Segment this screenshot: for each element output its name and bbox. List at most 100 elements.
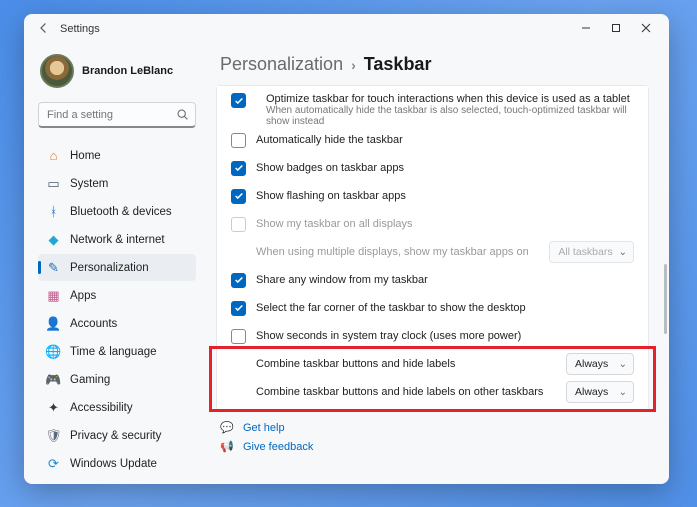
sidebar-item-privacy[interactable]: 🛡 Privacy & security <box>38 422 196 449</box>
chevron-down-icon: ⌄ <box>619 387 627 398</box>
search-box[interactable] <box>38 102 196 128</box>
sync-icon: ⟳ <box>46 456 61 471</box>
shield-icon: 🛡 <box>46 428 61 443</box>
close-button[interactable] <box>631 23 661 36</box>
search-icon <box>176 108 189 124</box>
system-icon: ▭ <box>46 176 61 191</box>
row-far-corner[interactable]: Select the far corner of the taskbar to … <box>217 294 648 322</box>
sidebar-item-label: Bluetooth & devices <box>70 206 172 218</box>
row-label: Optimize taskbar for touch interactions … <box>266 93 634 105</box>
row-label: Show seconds in system tray clock (uses … <box>256 330 521 342</box>
brush-icon: ✎ <box>46 260 61 275</box>
search-input[interactable] <box>38 102 196 128</box>
help-icon: 💬 <box>220 421 234 434</box>
sidebar-item-label: Privacy & security <box>70 430 161 442</box>
sidebar-item-update[interactable]: ⟳ Windows Update <box>38 450 196 477</box>
link-label: Get help <box>243 422 285 434</box>
sidebar-item-label: Accessibility <box>70 402 133 414</box>
row-label: Show badges on taskbar apps <box>256 162 404 174</box>
sidebar-item-personalization[interactable]: ✎ Personalization <box>38 254 196 281</box>
sidebar-item-gaming[interactable]: 🎮 Gaming <box>38 366 196 393</box>
maximize-button[interactable] <box>601 23 631 36</box>
row-autohide[interactable]: Automatically hide the taskbar <box>217 126 648 154</box>
row-share-window[interactable]: Share any window from my taskbar <box>217 266 648 294</box>
sidebar-item-accounts[interactable]: 👤 Accounts <box>38 310 196 337</box>
row-label: Show flashing on taskbar apps <box>256 190 406 202</box>
checkbox-autohide[interactable] <box>231 133 246 148</box>
sidebar-item-label: Gaming <box>70 374 110 386</box>
sidebar-item-system[interactable]: ▭ System <box>38 170 196 197</box>
row-optimize-touch[interactable]: Optimize taskbar for touch interactions … <box>217 86 648 126</box>
row-all-displays: Show my taskbar on all displays <box>217 210 648 238</box>
row-label: When using multiple displays, show my ta… <box>256 246 529 258</box>
chevron-right-icon: › <box>351 57 356 73</box>
accessibility-icon: ✦ <box>46 400 61 415</box>
dropdown-value: Always <box>575 358 608 370</box>
checkbox-far-corner[interactable] <box>231 301 246 316</box>
row-combine-labels-other[interactable]: Combine taskbar buttons and hide labels … <box>217 378 648 406</box>
back-button[interactable] <box>32 22 56 37</box>
sidebar-item-home[interactable]: ⌂ Home <box>38 142 196 169</box>
row-combine-labels[interactable]: Combine taskbar buttons and hide labels … <box>217 350 648 378</box>
checkbox-share[interactable] <box>231 273 246 288</box>
row-label: Combine taskbar buttons and hide labels … <box>256 386 543 398</box>
row-badges[interactable]: Show badges on taskbar apps <box>217 154 648 182</box>
avatar <box>40 54 74 88</box>
profile-name: Brandon LeBlanc <box>82 65 173 77</box>
row-seconds[interactable]: Show seconds in system tray clock (uses … <box>217 322 648 350</box>
page-title: Taskbar <box>364 54 432 75</box>
sidebar-item-label: System <box>70 178 108 190</box>
chevron-down-icon: ⌄ <box>619 359 627 370</box>
get-help-link[interactable]: 💬 Get help <box>220 421 649 434</box>
sidebar-item-label: Apps <box>70 290 96 302</box>
main-content: Personalization › Taskbar Optimize taskb… <box>206 44 669 484</box>
gamepad-icon: 🎮 <box>46 372 61 387</box>
titlebar: Settings <box>24 14 669 44</box>
checkbox-seconds[interactable] <box>231 329 246 344</box>
person-icon: 👤 <box>46 316 61 331</box>
sidebar-item-label: Windows Update <box>70 458 157 470</box>
sidebar: Brandon LeBlanc ⌂ Home ▭ System ᚼ Bluetooth… <box>24 44 206 484</box>
chevron-down-icon: ⌄ <box>619 247 627 258</box>
feedback-icon: 📢 <box>220 440 234 453</box>
scrollbar-thumb[interactable] <box>664 264 667 334</box>
sidebar-item-label: Network & internet <box>70 234 165 246</box>
give-feedback-link[interactable]: 📢 Give feedback <box>220 440 649 453</box>
sidebar-item-bluetooth[interactable]: ᚼ Bluetooth & devices <box>38 198 196 225</box>
sidebar-item-accessibility[interactable]: ✦ Accessibility <box>38 394 196 421</box>
sidebar-item-time[interactable]: 🌐 Time & language <box>38 338 196 365</box>
minimize-button[interactable] <box>571 23 601 36</box>
checkbox-optimize[interactable] <box>231 93 246 108</box>
profile[interactable]: Brandon LeBlanc <box>38 50 196 94</box>
sidebar-item-label: Time & language <box>70 346 157 358</box>
row-label: Automatically hide the taskbar <box>256 134 403 146</box>
sidebar-item-network[interactable]: ◆ Network & internet <box>38 226 196 253</box>
row-multi-disp: When using multiple displays, show my ta… <box>217 238 648 266</box>
breadcrumb-parent[interactable]: Personalization <box>220 54 343 75</box>
sidebar-item-label: Personalization <box>70 262 149 274</box>
app-title: Settings <box>60 23 100 35</box>
footer-links: 💬 Get help 📢 Give feedback <box>216 413 649 453</box>
settings-window: Settings Brandon LeBlanc ⌂ Home <box>24 14 669 484</box>
dropdown-combine-labels[interactable]: Always ⌄ <box>566 353 634 375</box>
sidebar-item-label: Home <box>70 150 101 162</box>
row-label: Select the far corner of the taskbar to … <box>256 302 526 314</box>
checkbox-badges[interactable] <box>231 161 246 176</box>
breadcrumb: Personalization › Taskbar <box>216 50 649 85</box>
bluetooth-icon: ᚼ <box>46 204 61 219</box>
taskbar-behaviors-panel: Optimize taskbar for touch interactions … <box>216 85 649 411</box>
wifi-icon: ◆ <box>46 232 61 247</box>
sidebar-item-apps[interactable]: ▦Apps <box>38 282 196 309</box>
dropdown-combine-labels-other[interactable]: Always ⌄ <box>566 381 634 403</box>
row-label: Combine taskbar buttons and hide labels <box>256 358 455 370</box>
row-label: Share any window from my taskbar <box>256 274 428 286</box>
sidebar-item-label: Accounts <box>70 318 117 330</box>
home-icon: ⌂ <box>46 148 61 163</box>
dropdown-multi-displays: All taskbars ⌄ <box>549 241 634 263</box>
row-flashing[interactable]: Show flashing on taskbar apps <box>217 182 648 210</box>
row-sublabel: When automatically hide the taskbar is a… <box>266 105 634 127</box>
dropdown-value: Always <box>575 386 608 398</box>
dropdown-value: All taskbars <box>558 246 612 258</box>
globe-icon: 🌐 <box>46 344 61 359</box>
checkbox-flashing[interactable] <box>231 189 246 204</box>
